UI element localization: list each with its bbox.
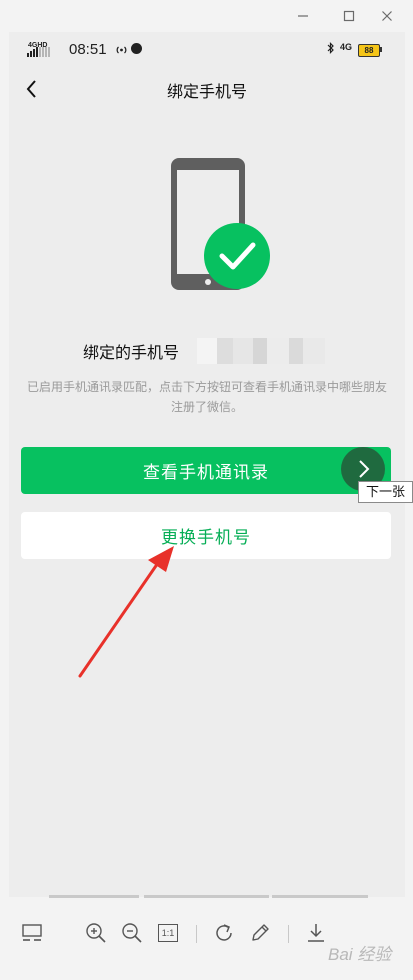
status-bar: 4GHD 08:51 4G 88	[9, 32, 405, 66]
bound-phone-label: 绑定的手机号	[83, 343, 180, 362]
minimize-button[interactable]	[291, 4, 315, 28]
thumbnail-view-icon	[22, 924, 42, 941]
phone-bound-illustration	[171, 158, 270, 290]
contact-match-description: 已启用手机通讯录匹配，点击下方按钮可查看手机通讯录中哪些朋友注册了微信。	[26, 380, 387, 414]
edit-icon	[252, 924, 269, 941]
check-circle-icon	[204, 223, 270, 289]
app-notification-icon	[131, 43, 142, 54]
page-title: 绑定手机号	[166, 82, 247, 101]
data-type: 4G	[340, 42, 353, 52]
toolbar-divider	[288, 925, 289, 943]
minimize-icon	[298, 15, 308, 17]
download-icon	[308, 924, 324, 942]
nav-bar: 绑定手机号	[9, 66, 405, 112]
maximize-button[interactable]	[337, 4, 361, 28]
zoom-out-icon	[122, 923, 142, 943]
change-phone-button[interactable]: 更换手机号	[21, 512, 391, 559]
next-image-tooltip: 下一张	[358, 481, 413, 503]
image-viewer-window: 4GHD 08:51 4G 88 绑定手机号 绑定的手机号 已启用手机通讯录匹配…	[0, 0, 413, 980]
battery-icon: 88	[358, 44, 380, 57]
hotspot-icon	[115, 44, 128, 58]
toolbar-divider	[196, 925, 197, 943]
status-time: 08:51	[69, 41, 107, 58]
close-button[interactable]	[375, 4, 399, 28]
zoom-out-button[interactable]	[118, 919, 146, 947]
view-contacts-button[interactable]: 查看手机通讯录	[21, 447, 391, 494]
maximize-icon	[343, 10, 355, 22]
edit-button[interactable]	[246, 919, 274, 947]
rotate-button[interactable]	[210, 919, 238, 947]
rotate-icon	[216, 924, 232, 941]
zoom-in-icon	[86, 923, 106, 943]
battery-tip	[380, 47, 382, 52]
thumbnail-view-button[interactable]	[18, 919, 46, 947]
close-icon	[382, 11, 392, 21]
actual-size-icon: 1:1	[158, 924, 178, 942]
download-button[interactable]	[302, 919, 330, 947]
baidu-jingyan-watermark: Bai 经验	[328, 945, 392, 964]
signal-icon	[27, 47, 50, 57]
zoom-in-button[interactable]	[82, 919, 110, 947]
actual-size-button[interactable]: 1:1	[154, 919, 182, 947]
bluetooth-icon	[327, 42, 335, 57]
blurred-phone-number	[197, 338, 325, 364]
phone-bottom-bar	[9, 895, 405, 898]
viewer-titlebar	[0, 0, 413, 32]
